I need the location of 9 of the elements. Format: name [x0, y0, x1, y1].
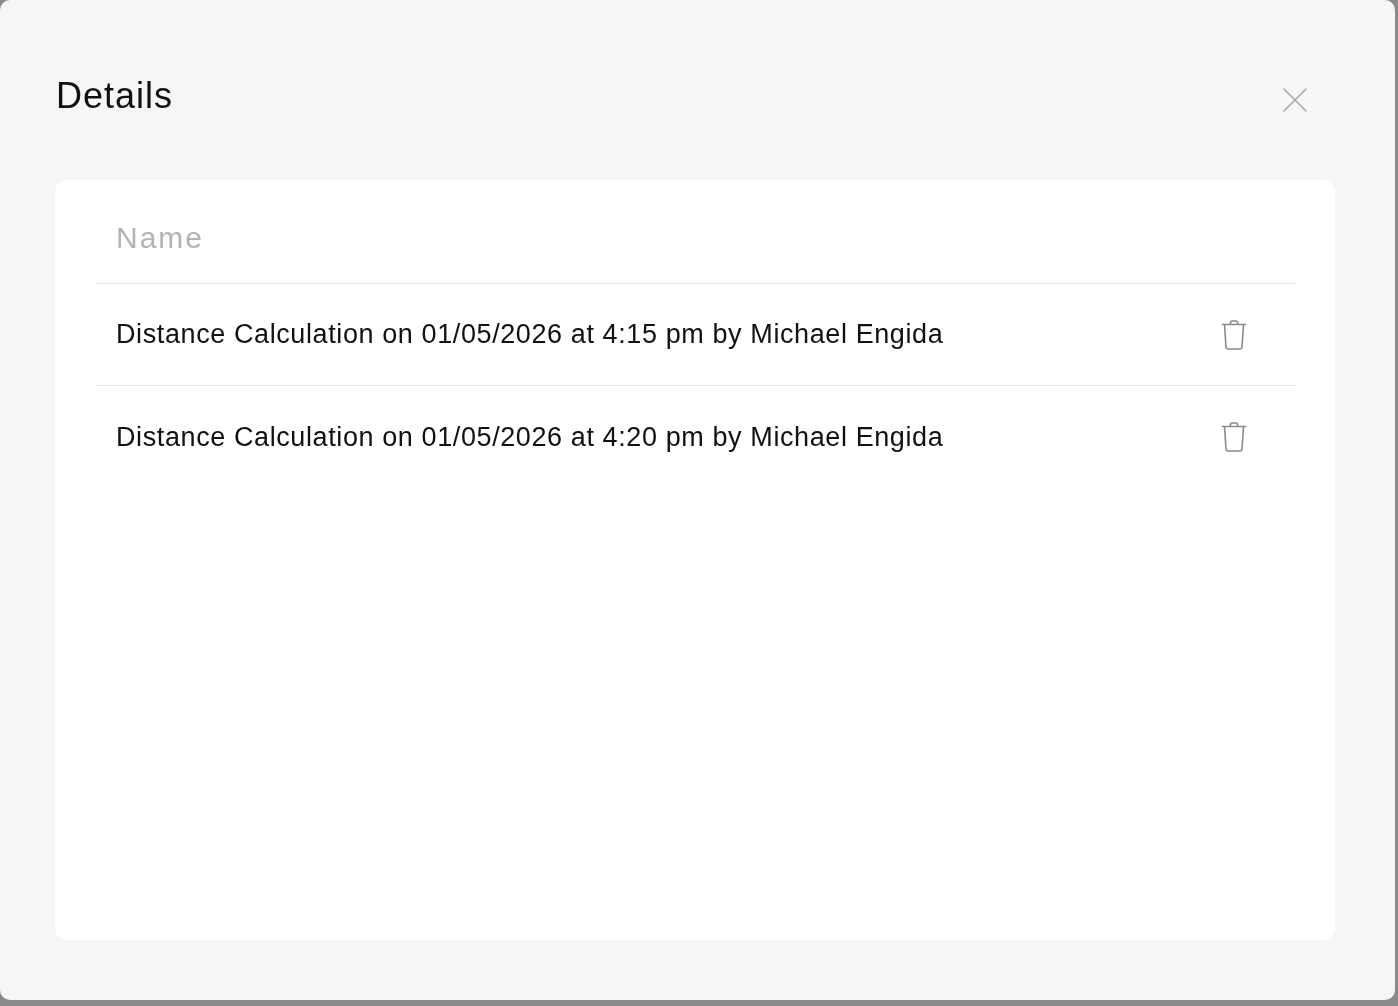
trash-icon	[1221, 422, 1247, 452]
column-header: Name	[116, 220, 205, 255]
delete-button[interactable]	[1221, 319, 1247, 350]
delete-button[interactable]	[1221, 422, 1247, 452]
table-cell: Distance Calculation on 01/05/2026 at 4:20 pm by Michael Engida	[116, 421, 944, 453]
close-icon	[1283, 88, 1307, 112]
trash-icon	[1221, 319, 1247, 350]
dialog-title: Details	[56, 74, 174, 118]
table-cell: Distance Calculation on 01/05/2026 at 4:15 pm by Michael Engida	[116, 319, 944, 350]
